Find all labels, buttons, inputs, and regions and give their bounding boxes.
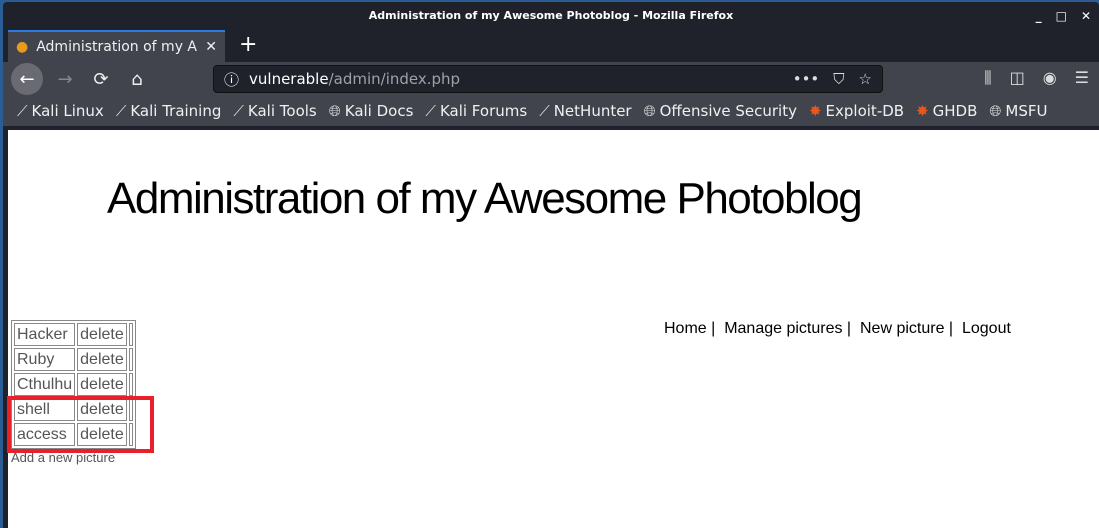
bookmark-item[interactable]: ⟋ Kali Forums	[425, 102, 527, 120]
globe-icon: 🌐︎	[989, 102, 1002, 120]
account-icon[interactable]: ◉	[1043, 68, 1057, 88]
kali-dragon-icon: ⟋	[115, 102, 127, 120]
picture-name: Ruby	[14, 348, 76, 371]
browser-window: Administration of my Awesome Photoblog -…	[3, 2, 1099, 528]
action-cell: delete	[77, 323, 127, 346]
table-row: Cthulhu delete	[14, 373, 133, 396]
action-cell: delete	[77, 348, 127, 371]
bookmark-item[interactable]: ⟋ Kali Linux	[17, 102, 104, 120]
bookmark-label: MSFU	[1005, 102, 1048, 120]
bookmark-label: Exploit-DB	[825, 102, 905, 120]
bookmark-label: Kali Tools	[247, 102, 317, 120]
bookmark-item[interactable]: ⟋ Kali Training	[116, 102, 222, 120]
page-title: Administration of my Awesome Photoblog	[107, 174, 863, 223]
bookmark-item[interactable]: 🌐︎ MSFU	[989, 102, 1047, 120]
picture-name: Hacker	[14, 323, 76, 346]
kali-dragon-icon: ⟋	[233, 102, 244, 120]
highlight-box	[7, 396, 154, 453]
bookmark-item[interactable]: 🌐︎ Kali Docs	[329, 102, 414, 120]
menu-logout[interactable]: Logout	[962, 320, 1011, 337]
close-window-button[interactable]: ✕	[1081, 2, 1091, 30]
maximize-button[interactable]: □	[1056, 2, 1067, 30]
picture-name: Cthulhu	[14, 373, 76, 396]
page-actions-icon[interactable]: •••	[793, 70, 820, 88]
bookmark-label: Kali Forums	[439, 102, 528, 120]
kali-dragon-icon: ⟋	[17, 102, 28, 120]
kali-dragon-icon: ⟋	[539, 102, 550, 120]
globe-icon: 🌐︎	[643, 102, 656, 120]
kali-dragon-icon: ⟋	[425, 102, 436, 120]
bookmark-label: Kali Docs	[344, 102, 414, 120]
library-icon[interactable]: ⫼	[984, 68, 991, 88]
bookmark-item[interactable]: ⟋ NetHunter	[539, 102, 631, 120]
bookmark-label: Kali Training	[130, 102, 222, 120]
window-title: Administration of my Awesome Photoblog -…	[368, 9, 734, 22]
close-tab-icon[interactable]: ✕	[205, 39, 217, 55]
pocket-icon[interactable]: ⛉	[833, 70, 844, 88]
delete-link[interactable]: delete	[80, 351, 124, 368]
url-path: /admin/index.php	[328, 70, 461, 88]
url-bar[interactable]: ⓘ vulnerable/admin/index.php ••• ⛉ ☆	[213, 65, 883, 93]
bookmark-item[interactable]: ✸ GHDB	[916, 102, 977, 120]
bookmark-label: Kali Linux	[31, 102, 104, 120]
new-tab-button[interactable]: +	[239, 32, 257, 57]
bookmark-item[interactable]: 🌐︎ Offensive Security	[644, 102, 797, 120]
home-button[interactable]: ⌂	[123, 69, 151, 90]
exploitdb-icon: ✸	[916, 102, 929, 120]
action-cell: delete	[77, 373, 127, 396]
menu-new-picture[interactable]: New picture	[860, 320, 944, 337]
empty-cell	[128, 348, 133, 371]
tab-active[interactable]: ● Administration of my Awesome Photoblog…	[8, 30, 225, 62]
sidebar-icon[interactable]: ◫	[1010, 68, 1025, 88]
bookmark-label: GHDB	[932, 102, 978, 120]
bookmark-label: Offensive Security	[659, 102, 797, 120]
menu-manage-pictures[interactable]: Manage pictures	[724, 320, 842, 337]
table-row: Ruby delete	[14, 348, 133, 371]
menu-home[interactable]: Home	[664, 320, 707, 337]
nav-menu: Home | Manage pictures | New picture | L…	[664, 320, 1011, 337]
tab-title: Administration of my Awesome Photoblog	[36, 39, 197, 55]
table-row: Hacker delete	[14, 323, 133, 346]
bookmarks-toolbar: ⟋ Kali Linux ⟋ Kali Training ⟋ Kali Tools 🌐︎ Ka…	[3, 96, 1099, 126]
forward-button[interactable]: →	[51, 69, 79, 90]
bookmark-item[interactable]: ⟋ Kali Tools	[233, 102, 316, 120]
info-icon[interactable]: ⓘ	[224, 69, 239, 90]
page-content: Administration of my Awesome Photoblog H…	[7, 130, 1099, 528]
back-button[interactable]: ←	[11, 63, 43, 95]
globe-icon: 🌐︎	[328, 102, 341, 120]
reload-button[interactable]: ⟳	[87, 69, 115, 90]
empty-cell	[128, 373, 133, 396]
empty-cell	[128, 323, 133, 346]
exploitdb-icon: ✸	[808, 102, 822, 120]
delete-link[interactable]: delete	[80, 326, 124, 343]
title-bar: Administration of my Awesome Photoblog -…	[3, 2, 1099, 30]
minimize-button[interactable]: _	[1036, 2, 1042, 30]
url-host: vulnerable	[249, 70, 329, 88]
delete-link[interactable]: delete	[80, 376, 124, 393]
favicon-icon: ●	[16, 39, 29, 55]
menu-icon[interactable]: ☰	[1075, 68, 1089, 88]
bookmark-label: NetHunter	[553, 102, 632, 120]
bookmark-item[interactable]: ✸ Exploit-DB	[809, 102, 904, 120]
bookmark-star-icon[interactable]: ☆	[859, 70, 872, 88]
